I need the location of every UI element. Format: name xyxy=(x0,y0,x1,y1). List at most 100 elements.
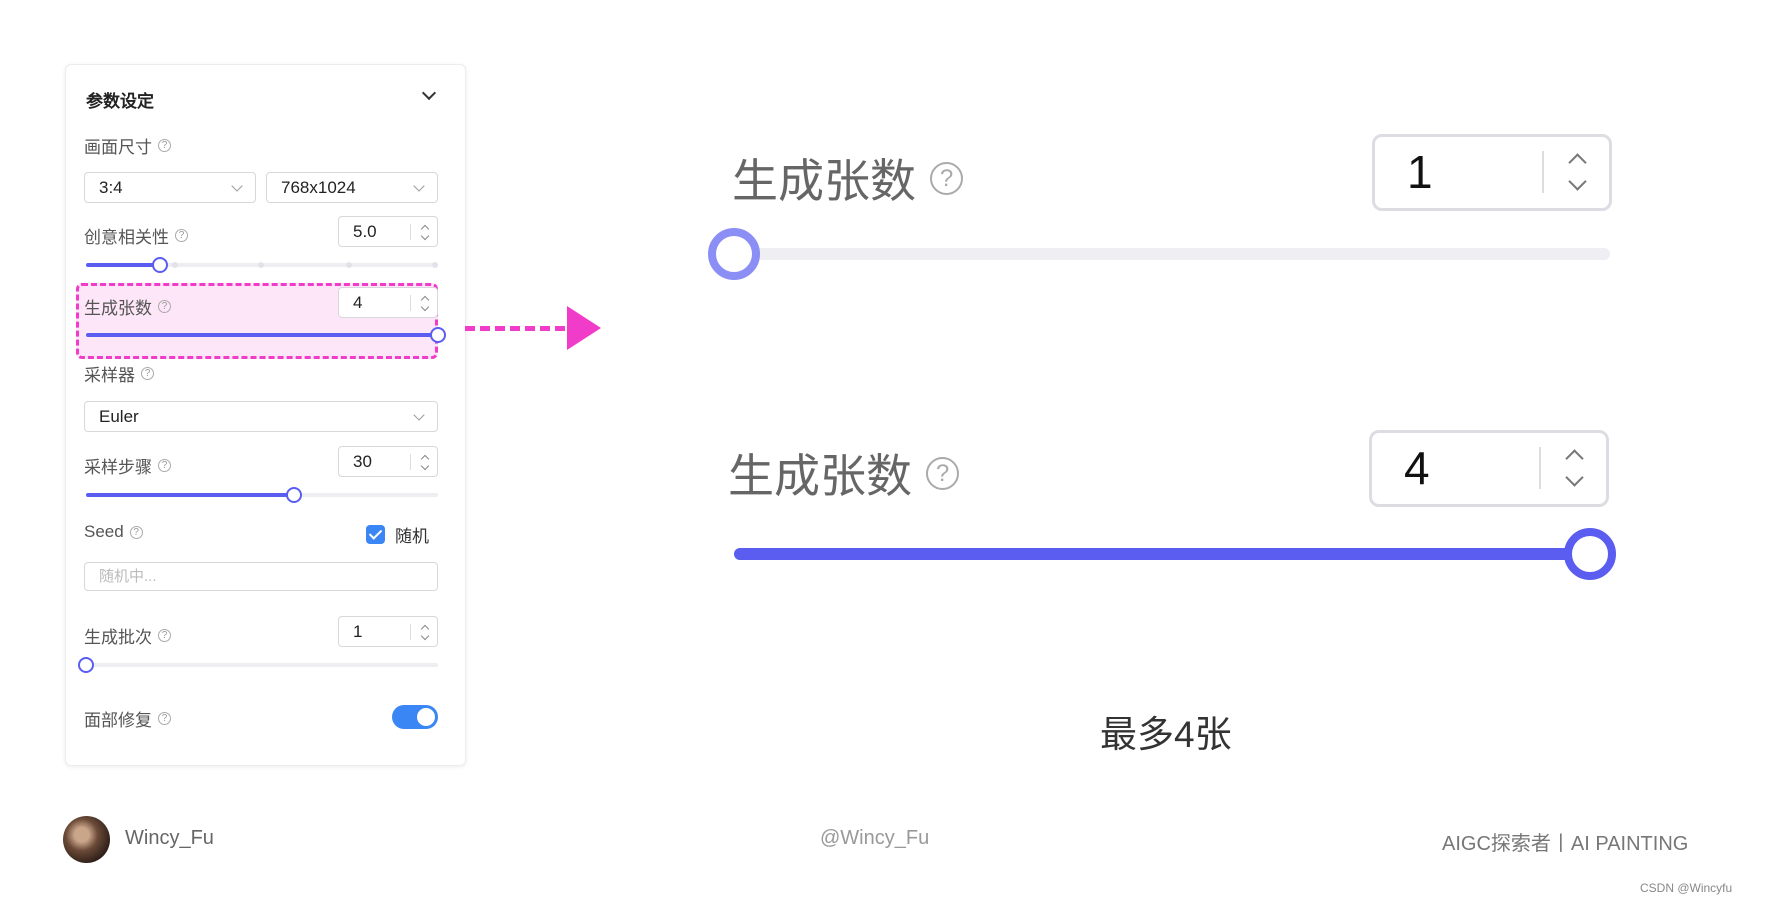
random-checkbox-group[interactable]: 随机 xyxy=(366,522,429,547)
slider-thumb[interactable] xyxy=(78,657,94,673)
tagline: AIGC探索者丨AI PAINTING xyxy=(1442,833,1689,855)
chevron-down-icon[interactable] xyxy=(420,631,430,641)
settings-panel: 参数设定 画面尺寸? 3:4 768x1024 创意相关性? 5.0 生成张数?… xyxy=(65,64,466,766)
chevron-up-icon[interactable] xyxy=(1568,153,1587,172)
zoom-count-value: 4 xyxy=(1404,442,1430,494)
divider xyxy=(410,224,411,240)
random-checkbox[interactable] xyxy=(366,525,385,544)
ratio-value: 3:4 xyxy=(99,178,123,197)
help-icon[interactable]: ? xyxy=(158,459,171,472)
help-icon[interactable]: ? xyxy=(141,367,154,380)
author-handle: @Wincy_Fu xyxy=(820,827,930,849)
seed-input[interactable]: 随机中... xyxy=(84,562,438,591)
random-label: 随机 xyxy=(395,527,429,546)
slider-fill xyxy=(86,333,438,337)
count-label: 生成张数? xyxy=(84,294,171,319)
resolution-value: 768x1024 xyxy=(281,178,356,197)
batch-slider[interactable] xyxy=(78,657,438,673)
face-fix-toggle[interactable] xyxy=(392,705,438,729)
chevron-down-icon xyxy=(231,180,243,192)
collapse-chevron-icon[interactable] xyxy=(421,85,437,101)
help-icon[interactable]: ? xyxy=(175,229,188,242)
help-icon[interactable]: ? xyxy=(129,525,143,539)
slider-fill xyxy=(734,548,1590,560)
help-icon[interactable]: ? xyxy=(158,629,171,642)
sampler-label: 采样器? xyxy=(84,361,154,386)
chevron-down-icon[interactable] xyxy=(1565,468,1584,487)
batch-label: 生成批次? xyxy=(84,623,171,648)
sampler-select[interactable]: Euler xyxy=(84,401,438,432)
help-icon[interactable]: ? xyxy=(926,456,959,490)
creativity-label: 创意相关性? xyxy=(84,223,188,248)
face-fix-text: 面部修复 xyxy=(84,711,152,730)
avatar xyxy=(63,816,110,863)
canvas-size-label: 画面尺寸? xyxy=(84,133,171,158)
seed-label: Seed? xyxy=(84,522,143,542)
slider-thumb[interactable] xyxy=(708,228,760,280)
zoom-card-min: 生成张数? 1 xyxy=(700,110,1650,320)
batch-text: 生成批次 xyxy=(84,628,152,647)
panel-title: 参数设定 xyxy=(86,92,154,111)
chevron-down-icon[interactable] xyxy=(420,302,430,312)
help-icon[interactable]: ? xyxy=(158,712,171,725)
max-count-caption: 最多4张 xyxy=(1100,714,1232,755)
zoom-count-value: 1 xyxy=(1407,146,1433,198)
divider xyxy=(410,454,411,470)
slider-thumb[interactable] xyxy=(151,257,168,273)
seed-placeholder: 随机中... xyxy=(99,568,157,585)
steps-slider[interactable] xyxy=(86,487,438,503)
slider-thumb[interactable] xyxy=(285,487,302,503)
slider-tick xyxy=(432,262,438,268)
zoom-count-stepper[interactable]: 4 xyxy=(1369,430,1609,507)
chevron-down-icon[interactable] xyxy=(420,461,430,471)
divider xyxy=(410,295,411,311)
count-stepper[interactable]: 4 xyxy=(338,287,438,318)
ratio-select[interactable]: 3:4 xyxy=(84,172,256,203)
count-slider[interactable] xyxy=(86,327,446,343)
canvas-size-text: 画面尺寸 xyxy=(84,138,152,157)
sampler-value: Euler xyxy=(99,407,139,426)
dashed-arrow-line xyxy=(465,326,565,331)
seed-text: Seed xyxy=(84,522,124,541)
zoom-count-slider[interactable] xyxy=(708,228,1610,280)
chevron-up-icon[interactable] xyxy=(1565,449,1584,468)
slider-tick xyxy=(258,262,264,268)
help-icon[interactable]: ? xyxy=(158,300,171,313)
watermark: CSDN @Wincyfu xyxy=(1640,881,1733,895)
batch-stepper[interactable]: 1 xyxy=(338,616,438,647)
help-icon[interactable]: ? xyxy=(930,161,963,195)
slider-tick xyxy=(172,262,178,268)
sampler-text: 采样器 xyxy=(84,366,135,385)
zoom-count-slider[interactable] xyxy=(734,528,1616,580)
zoom-count-label: 生成张数? xyxy=(728,440,959,506)
creativity-stepper[interactable]: 5.0 xyxy=(338,216,438,247)
steps-stepper[interactable]: 30 xyxy=(338,446,438,477)
divider xyxy=(1542,151,1544,193)
slider-tick xyxy=(346,262,352,268)
zoom-count-text: 生成张数 xyxy=(728,450,912,502)
help-icon[interactable]: ? xyxy=(158,139,171,152)
zoom-count-stepper[interactable]: 1 xyxy=(1372,134,1612,211)
slider-thumb[interactable] xyxy=(430,327,446,343)
slider-fill xyxy=(86,493,294,497)
zoom-count-label: 生成张数? xyxy=(732,145,963,211)
batch-value: 1 xyxy=(353,622,363,641)
face-fix-label: 面部修复? xyxy=(84,706,171,731)
author-name: Wincy_Fu xyxy=(125,827,214,849)
divider xyxy=(410,624,411,640)
slider-fill xyxy=(86,263,160,267)
arrow-head-icon xyxy=(567,306,601,350)
zoom-card-max: 生成张数? 4 xyxy=(700,410,1650,620)
steps-text: 采样步骤 xyxy=(84,458,152,477)
divider xyxy=(1539,447,1541,489)
chevron-down-icon[interactable] xyxy=(1568,172,1587,191)
slider-thumb[interactable] xyxy=(1564,528,1616,580)
chevron-down-icon[interactable] xyxy=(420,231,430,241)
creativity-value: 5.0 xyxy=(353,222,377,241)
creativity-slider[interactable] xyxy=(86,257,438,273)
chevron-down-icon xyxy=(413,180,425,192)
resolution-select[interactable]: 768x1024 xyxy=(266,172,438,203)
count-value: 4 xyxy=(353,293,363,312)
steps-label: 采样步骤? xyxy=(84,453,171,478)
count-text: 生成张数 xyxy=(84,299,152,318)
